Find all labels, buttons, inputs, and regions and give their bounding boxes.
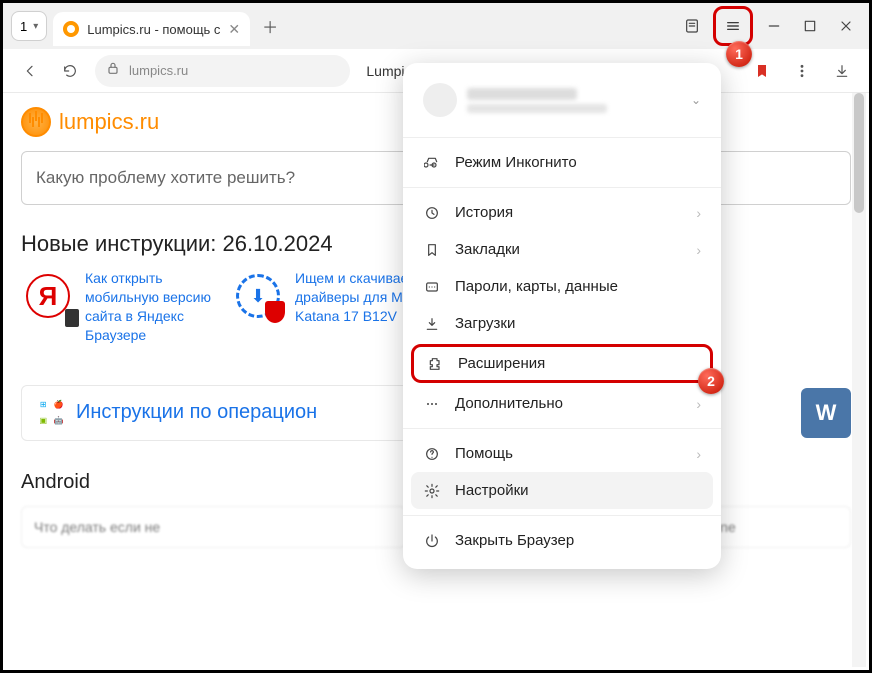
tab-bar: 1 ▾ Lumpics.ru - помощь с ✕ ＋ 1 [3,3,869,49]
main-menu-dropdown: ⌄ Режим Инкогнито История › Закладки › П… [403,63,721,569]
article-card[interactable]: ⬇ Ищем и скачиваем драйверы для MSI Kata… [231,269,431,345]
profile-menu-item[interactable]: ⌄ [403,77,721,131]
close-window-button[interactable] [831,11,861,41]
menu-passwords[interactable]: Пароли, карты, данные [403,268,721,305]
download-icon[interactable] [827,56,857,86]
chevron-down-icon: ⌄ [691,93,701,107]
chevron-right-icon: › [696,205,701,221]
article-card[interactable]: Я Как открыть мобильную версию сайта в Я… [21,269,221,345]
msi-icon: ⬇ [231,269,285,323]
avatar [423,83,457,117]
url-field[interactable]: lumpics.ru [95,55,350,87]
main-menu-button[interactable] [718,11,748,41]
menu-history[interactable]: История › [403,194,721,231]
logo-text: lumpics.ru [59,109,159,135]
list-item[interactable]: Что делать если не [21,506,406,548]
history-icon [423,205,441,221]
tab-count: 1 [20,19,27,34]
back-button[interactable] [15,56,45,86]
browser-tab[interactable]: Lumpics.ru - помощь с ✕ [53,12,250,46]
tab-counter[interactable]: 1 ▾ [11,11,47,41]
help-icon [423,446,441,462]
menu-incognito[interactable]: Режим Инкогнито [403,144,721,181]
more-icon [423,396,441,412]
divider [403,515,721,516]
callout-badge-1: 1 [726,41,752,67]
tab-title: Lumpics.ru - помощь с [87,22,220,37]
minimize-button[interactable] [759,11,789,41]
reload-button[interactable] [55,56,85,86]
menu-downloads[interactable]: Загрузки [403,305,721,342]
menu-extensions[interactable]: Расширения 2 [411,344,713,383]
gear-icon [423,483,441,499]
maximize-button[interactable] [795,11,825,41]
menu-label: Дополнительно [455,395,563,412]
menu-label: Загрузки [455,315,515,332]
url-domain: lumpics.ru [129,63,188,78]
profile-name [467,88,577,100]
chevron-right-icon: › [696,396,701,412]
vertical-scrollbar[interactable] [852,93,866,667]
lock-icon [105,60,121,81]
divider [403,137,721,138]
extensions-icon [426,356,444,372]
menu-settings[interactable]: Настройки [411,472,713,509]
power-icon [423,533,441,549]
menu-label: Пароли, карты, данные [455,278,618,295]
article-link[interactable]: Как открыть мобильную версию сайта в Янд… [85,269,221,345]
menu-help[interactable]: Помощь › [403,435,721,472]
os-icons: ⊞🍎 ▣🤖 [36,398,66,428]
menu-label: Расширения [458,355,545,372]
yandex-icon: Я [21,269,75,323]
column-title: Android [21,471,406,494]
chevron-down-icon: ▾ [33,21,38,32]
new-tab-button[interactable]: ＋ [256,12,284,40]
vk-button[interactable]: W [801,388,851,438]
chevron-right-icon: › [696,242,701,258]
menu-label: Настройки [455,482,529,499]
menu-label: Режим Инкогнито [455,154,577,171]
bookmark-icon [423,242,441,258]
android-column: Android Что делать если не [21,471,406,548]
download-icon [423,316,441,332]
bookmark-icon[interactable] [747,56,777,86]
reader-mode-icon[interactable] [677,11,707,41]
menu-label: Закрыть Браузер [455,532,574,549]
menu-more[interactable]: Дополнительно › [403,385,721,422]
menu-label: Закладки [455,241,520,258]
logo-icon [21,107,51,137]
menu-close-browser[interactable]: Закрыть Браузер [403,522,721,559]
scrollbar-thumb[interactable] [854,93,864,213]
menu-button-highlight: 1 [713,6,753,46]
favicon-icon [63,21,79,37]
incognito-icon [423,155,441,171]
divider [403,428,721,429]
menu-label: История [455,204,513,221]
vk-icon: W [816,400,837,426]
menu-bookmarks[interactable]: Закладки › [403,231,721,268]
divider [403,187,721,188]
passwords-icon [423,279,441,295]
more-icon[interactable] [787,56,817,86]
os-link[interactable]: Инструкции по операцион [76,401,317,424]
chevron-right-icon: › [696,446,701,462]
menu-label: Помощь [455,445,513,462]
close-tab-icon[interactable]: ✕ [228,21,240,38]
profile-subtitle [467,104,607,113]
